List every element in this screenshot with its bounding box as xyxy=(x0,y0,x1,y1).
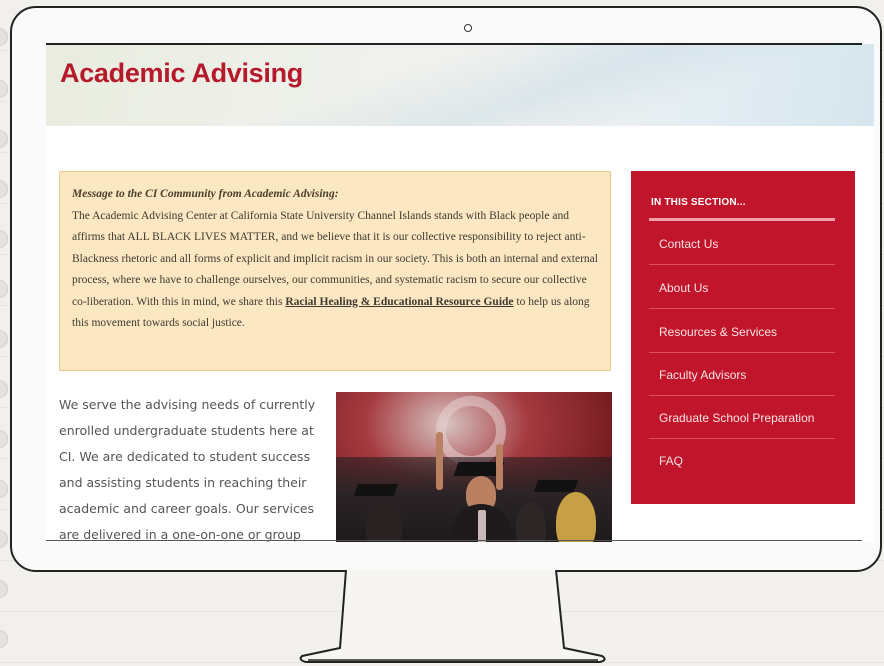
monitor-frame: Academic Advising Message to the CI Comm… xyxy=(10,6,882,572)
camera-dot-icon xyxy=(464,24,472,32)
sidebar-heading-rule xyxy=(649,218,835,221)
browser-screen: Academic Advising Message to the CI Comm… xyxy=(46,44,874,542)
message-text: The Academic Advising Center at Californ… xyxy=(72,209,598,308)
intro-paragraph: We serve the advising needs of currently… xyxy=(59,397,316,542)
monitor-stand xyxy=(299,570,606,663)
sidebar-heading: IN THIS SECTION... xyxy=(651,197,746,208)
sidebar-item-about-us[interactable]: About Us xyxy=(659,281,835,295)
sidebar-divider xyxy=(649,308,835,309)
sidebar-item-faq[interactable]: FAQ xyxy=(659,454,835,468)
sidebar-item-resources-services[interactable]: Resources & Services xyxy=(659,325,835,339)
screen-top-edge xyxy=(46,43,862,45)
sidebar-divider xyxy=(649,395,835,396)
community-message-box: Message to the CI Community from Academi… xyxy=(59,171,611,371)
section-sidebar: IN THIS SECTION... Contact Us About Us R… xyxy=(631,171,855,504)
page-title: Academic Advising xyxy=(60,58,303,88)
message-heading: Message to the CI Community from Academi… xyxy=(72,188,339,200)
sidebar-item-contact-us[interactable]: Contact Us xyxy=(659,237,835,251)
page-banner: Academic Advising xyxy=(46,44,874,126)
screen-bottom-edge xyxy=(46,540,862,541)
resource-guide-link[interactable]: Racial Healing & Educational Resource Gu… xyxy=(285,296,513,308)
sidebar-divider xyxy=(649,438,835,439)
sidebar-item-graduate-school-prep[interactable]: Graduate School Preparation xyxy=(659,411,835,425)
graduation-photo xyxy=(336,392,612,542)
sidebar-divider xyxy=(649,264,835,265)
sidebar-item-faculty-advisors[interactable]: Faculty Advisors xyxy=(659,368,835,382)
sidebar-divider xyxy=(649,352,835,353)
